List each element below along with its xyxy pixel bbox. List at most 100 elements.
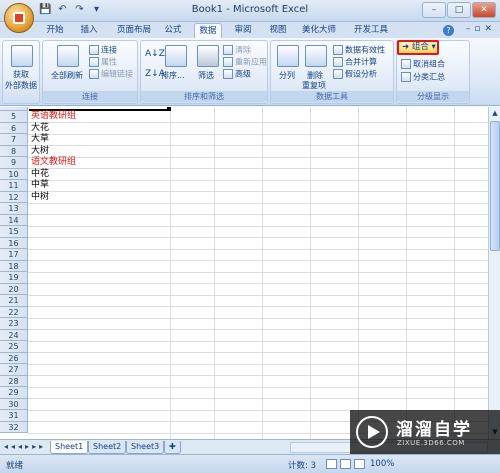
row-header[interactable]: 28 [0, 375, 28, 387]
connections-group-label: 连接 [43, 91, 137, 102]
row-header[interactable]: 12 [0, 191, 28, 203]
remove-duplicates-line2[interactable]: 重复项 [302, 81, 326, 91]
edit-links-button[interactable]: 编辑链接 [89, 69, 133, 80]
scroll-up-icon[interactable]: ▲ [490, 108, 500, 119]
minimize-button[interactable]: – [422, 2, 446, 18]
cell-a[interactable]: 大草 [31, 134, 49, 145]
row-header[interactable]: 8 [0, 145, 28, 157]
cell-a[interactable]: 大树 [31, 146, 49, 157]
row-header[interactable]: 32 [0, 421, 28, 433]
ungroup-button[interactable]: 取消组合 [401, 59, 445, 70]
row-header[interactable]: 5 [0, 111, 28, 123]
tab-page-layout[interactable]: 页面布局 [112, 23, 156, 38]
sheet-tab-2[interactable]: Sheet2 [88, 441, 127, 454]
office-button[interactable] [4, 3, 34, 33]
row-header[interactable]: 13 [0, 203, 28, 215]
title-bar: 💾 ↶ ↷ ▾ Book1 - Microsoft Excel – □ ✕ [0, 0, 500, 22]
row-header[interactable]: 20 [0, 283, 28, 295]
vertical-scrollbar[interactable]: ▲ ▼ [488, 107, 500, 439]
sheet-tab-1[interactable]: Sheet1 [50, 441, 89, 454]
cell-a[interactable]: 中花 [31, 169, 49, 180]
advanced-icon [223, 69, 233, 79]
data-validation-button[interactable]: 数据有效性 [333, 45, 385, 56]
group-sort-filter: A↓Z Z↓A 排序... 筛选 清除 重新应用 高级 排序和筛选 [140, 40, 268, 104]
worksheet-grid[interactable]: 5 英语教研组 6 大花 7 大草 8 大树 9 语文教研组 10 中花 11 中草 12 中树 13 14 15 1… [0, 107, 500, 439]
clear-button[interactable]: 清除 [223, 45, 251, 56]
row-gridline [28, 271, 488, 273]
tab-beautify[interactable]: 美化大师 [298, 23, 340, 38]
row-header[interactable]: 22 [0, 306, 28, 318]
row-header[interactable]: 29 [0, 387, 28, 399]
sheet-nav-buttons[interactable]: ◂◂◂▸▸▸ [4, 442, 46, 451]
remove-duplicates-line1[interactable]: 删除 [307, 71, 323, 81]
filter-button[interactable]: 筛选 [198, 71, 214, 81]
watermark-title: 溜溜自学 [396, 420, 472, 440]
sheet-tab-3[interactable]: Sheet3 [126, 441, 165, 454]
properties-button[interactable]: 属性 [89, 57, 117, 68]
insert-sheet-icon[interactable]: ✚ [164, 441, 181, 454]
row-header[interactable]: 31 [0, 410, 28, 422]
help-icon[interactable]: ? [443, 25, 454, 36]
ribbon-tabs: 开始 插入 页面布局 公式 数据 审阅 视图 美化大师 开发工具 ? –▫✕ [0, 22, 500, 38]
row-header[interactable]: 9 [0, 157, 28, 169]
tab-review[interactable]: 审阅 [230, 23, 256, 38]
row-header[interactable]: 26 [0, 352, 28, 364]
cell-a[interactable]: 英语教研组 [31, 111, 76, 122]
zoom-level[interactable]: 100% [370, 459, 394, 469]
fill-handle[interactable] [167, 107, 171, 111]
row-header[interactable]: 24 [0, 329, 28, 341]
row-header[interactable]: 10 [0, 168, 28, 180]
maximize-button[interactable]: □ [447, 2, 471, 18]
tab-insert[interactable]: 插入 [76, 23, 102, 38]
watermark-url: ZIXUE.3D66.COM [397, 439, 465, 447]
tab-data[interactable]: 数据 [194, 23, 222, 38]
tab-view[interactable]: 视图 [265, 23, 291, 38]
page-break-view-icon[interactable] [354, 459, 365, 469]
row-header[interactable]: 25 [0, 341, 28, 353]
tab-home[interactable]: 开始 [42, 23, 68, 38]
tab-developer[interactable]: 开发工具 [350, 23, 392, 38]
scroll-thumb[interactable] [490, 121, 500, 251]
clear-icon [223, 45, 233, 55]
external-data-label[interactable]: 外部数据 [5, 81, 37, 91]
row-header[interactable]: 30 [0, 398, 28, 410]
row-header[interactable]: 11 [0, 180, 28, 192]
row-gridline [28, 260, 488, 261]
sort-button[interactable]: 排序... [161, 71, 185, 81]
row-header[interactable]: 6 [0, 122, 28, 134]
row-header[interactable]: 17 [0, 249, 28, 261]
row-header[interactable]: 21 [0, 295, 28, 307]
consolidate-button[interactable]: 合并计算 [333, 57, 377, 68]
row-header[interactable]: 23 [0, 318, 28, 330]
text-to-columns-button[interactable]: 分列 [279, 71, 295, 81]
cell-a[interactable]: 中草 [31, 180, 49, 191]
close-button[interactable]: ✕ [472, 2, 496, 18]
row-header[interactable]: 7 [0, 134, 28, 146]
advanced-button[interactable]: 高级 [223, 69, 251, 80]
connections-button[interactable]: 连接 [89, 45, 117, 56]
group-button[interactable]: ➜ 组合 ▾ [397, 40, 439, 55]
what-if-button[interactable]: 假设分析 [333, 69, 377, 80]
get-external-label[interactable]: 获取 [13, 70, 29, 80]
row-header[interactable]: 18 [0, 260, 28, 272]
cell-a[interactable]: 大花 [31, 123, 49, 134]
subtotal-button[interactable]: 分类汇总 [401, 72, 445, 83]
watermark: 溜溜自学 ZIXUE.3D66.COM [350, 410, 500, 454]
reapply-button[interactable]: 重新应用 [223, 57, 267, 68]
cell-a[interactable]: 中树 [31, 192, 49, 203]
page-layout-view-icon[interactable] [340, 459, 351, 469]
sort-asc-icon[interactable]: A↓Z [145, 49, 165, 59]
cell-a[interactable]: 语文教研组 [31, 157, 76, 168]
refresh-all-button[interactable]: 全部刷新 [51, 71, 83, 81]
row-header[interactable]: 19 [0, 272, 28, 284]
row-header[interactable]: 27 [0, 364, 28, 376]
workbook-controls[interactable]: –▫✕ [466, 24, 496, 34]
status-ready: 就绪 [6, 461, 24, 471]
row-header[interactable]: 15 [0, 226, 28, 238]
row-header[interactable]: 16 [0, 237, 28, 249]
row-header[interactable]: 14 [0, 214, 28, 226]
normal-view-icon[interactable] [326, 459, 337, 469]
consolidate-icon [333, 57, 343, 67]
row-gridline [28, 179, 488, 181]
tab-formulas[interactable]: 公式 [160, 23, 186, 38]
